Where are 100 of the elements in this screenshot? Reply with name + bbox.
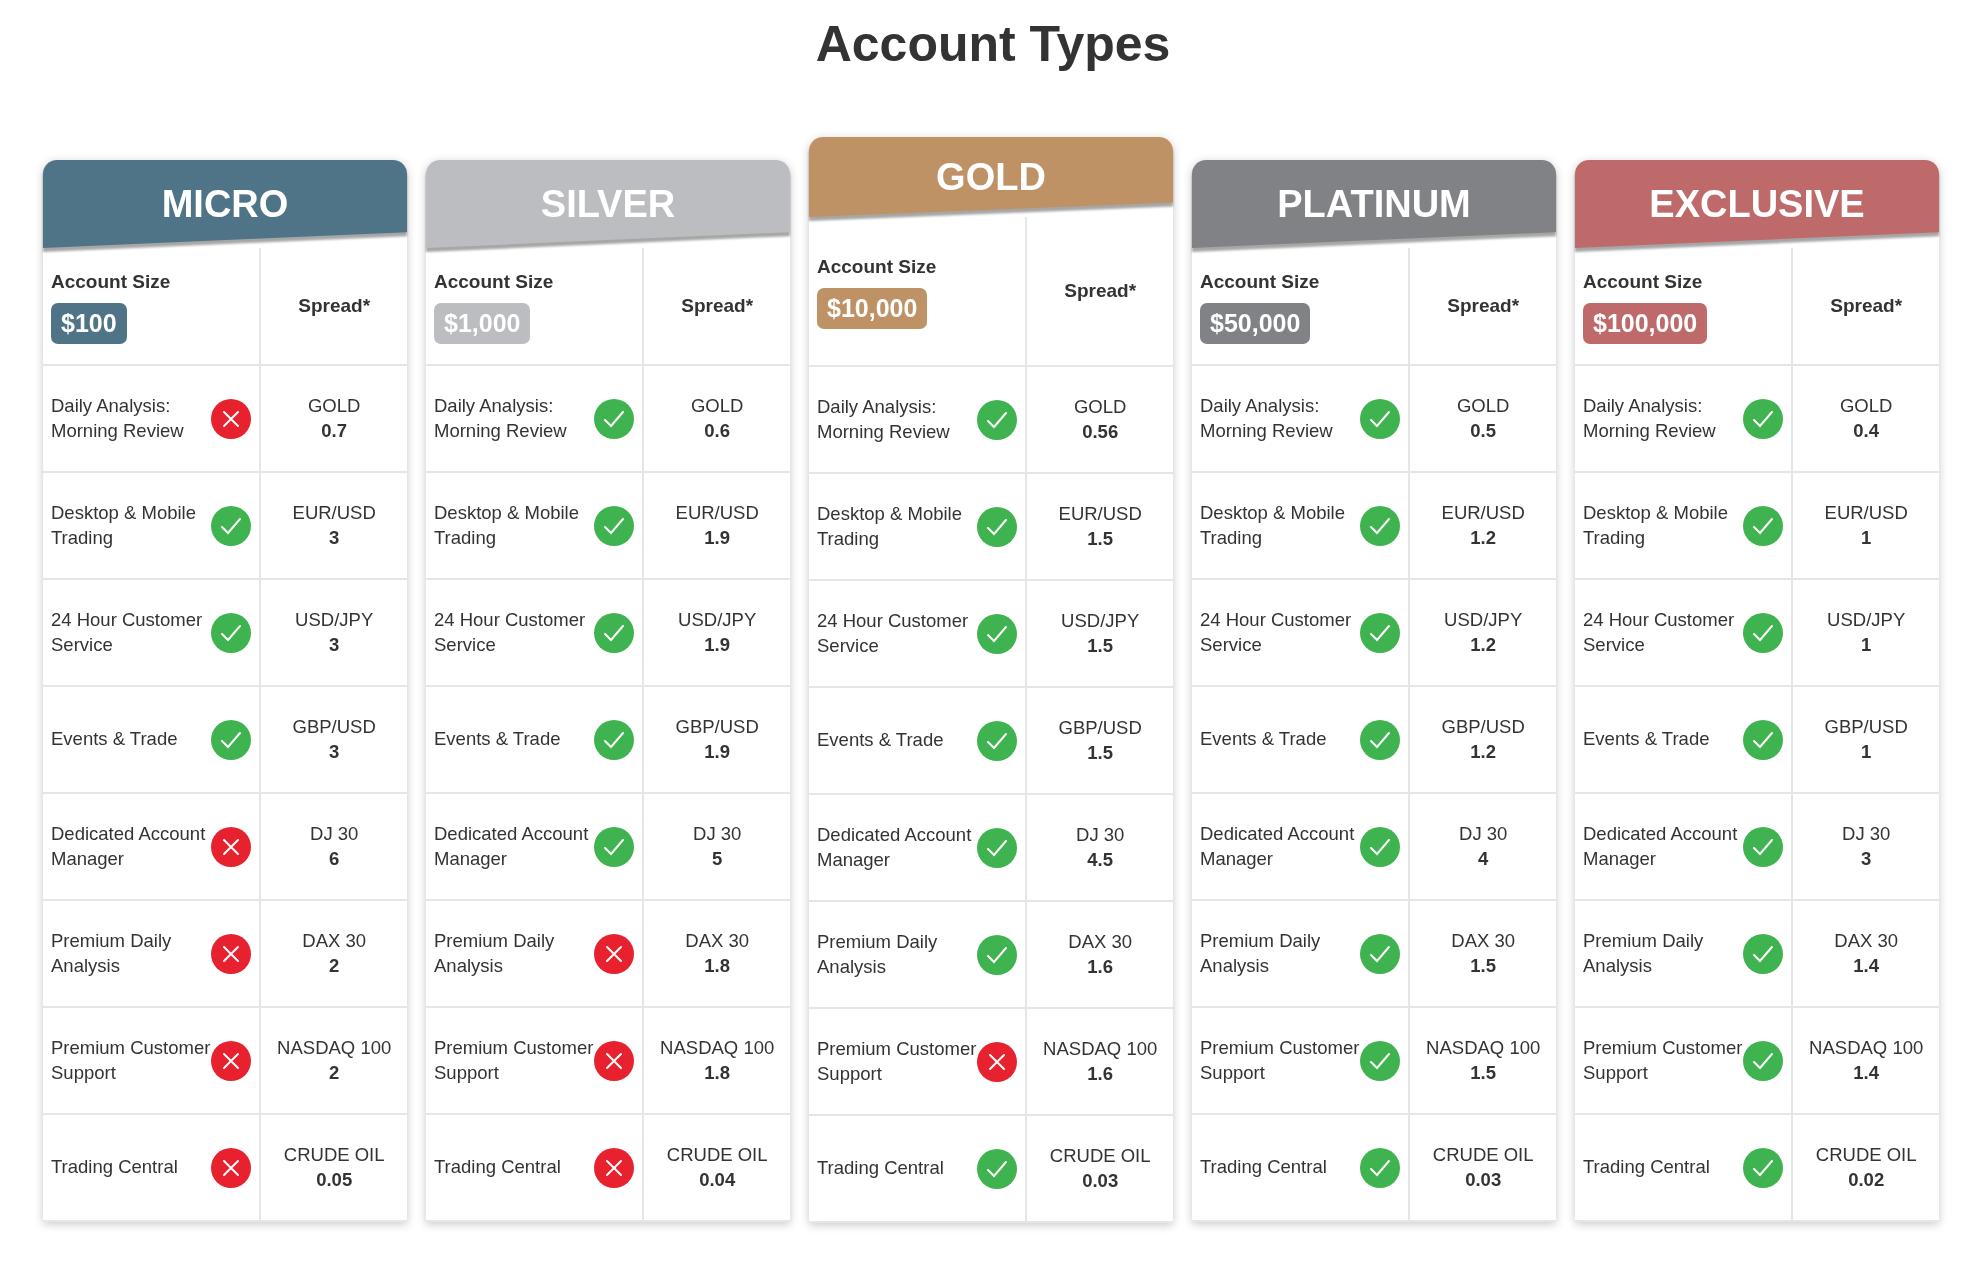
plan-title: GOLD [809,137,1173,217]
feature-label: Events & Trade [1583,727,1711,752]
spread-value: DJ 30 5 [693,822,742,871]
feature-label: 24 Hour Customer Service [817,609,970,658]
feature-label: 24 Hour Customer Service [434,608,587,657]
spread-value: CRUDE OIL 0.03 [1049,1144,1151,1193]
column-heading: Spread* [298,293,371,318]
spread-value: GOLD 0.56 [1073,395,1127,444]
feature-label: Dedicated Account Manager [1200,822,1356,871]
spread-value: CRUDE OIL 0.04 [666,1143,768,1192]
feature-label: 24 Hour Customer Service [1583,608,1736,657]
spread-value: EUR/USD 1.9 [675,501,759,550]
feature-label: Desktop & Mobile Trading [1583,501,1729,550]
spread-value: USD/JPY 1.5 [1061,609,1140,658]
column-heading: Spread* [1447,293,1520,318]
spread-value: NASDAQ 100 2 [277,1036,392,1085]
account-size-badge: $100 [51,302,127,344]
spread-value: GOLD 0.4 [1839,394,1893,443]
feature-label: Daily Analysis: Morning Review [817,395,951,444]
feature-label: Premium Daily Analysis [1200,929,1322,978]
spread-value: EUR/USD 1 [1824,501,1908,550]
column-heading: Account Size [1583,270,1703,294]
feature-label: Desktop & Mobile Trading [51,501,197,550]
spread-value: USD/JPY 1.2 [1444,608,1523,657]
column-heading: Spread* [1830,293,1903,318]
feature-label: Daily Analysis: Morning Review [1200,394,1334,443]
feature-label: Events & Trade [51,727,179,752]
feature-label: Trading Central [51,1155,179,1180]
spread-value: EUR/USD 1.2 [1441,501,1525,550]
feature-label: Premium Customer Support [51,1036,212,1085]
feature-label: Trading Central [434,1155,562,1180]
plan-title: PLATINUM [1192,160,1556,248]
spread-value: DAX 30 1.6 [1068,930,1133,979]
feature-label: Desktop & Mobile Trading [817,502,963,551]
feature-label: Events & Trade [434,727,562,752]
spread-value: GBP/USD 1.2 [1441,715,1525,764]
account-size-badge: $100,000 [1583,302,1708,344]
spread-value: NASDAQ 100 1.5 [1426,1036,1541,1085]
spread-value: GBP/USD 1 [1824,715,1908,764]
spread-value: GBP/USD 1.9 [675,715,759,764]
spread-value: DJ 30 4 [1459,822,1508,871]
feature-label: 24 Hour Customer Service [1200,608,1353,657]
spread-value: EUR/USD 1.5 [1058,502,1142,551]
spread-value: DAX 30 1.8 [685,929,750,978]
spread-value: USD/JPY 3 [295,608,374,657]
feature-label: Premium Customer Support [1583,1036,1744,1085]
spread-value: GOLD 0.6 [690,394,744,443]
spread-value: DAX 30 2 [302,929,367,978]
feature-label: Premium Daily Analysis [434,929,556,978]
spread-value: GBP/USD 3 [292,715,376,764]
account-size-badge: $50,000 [1200,302,1311,344]
feature-label: Events & Trade [1200,727,1328,752]
feature-label: Desktop & Mobile Trading [1200,501,1346,550]
feature-label: Dedicated Account Manager [817,823,973,872]
spread-value: DJ 30 4.5 [1076,823,1125,872]
spread-value: GOLD 0.7 [307,394,361,443]
feature-label: Daily Analysis: Morning Review [434,394,568,443]
account-size-badge: $1,000 [434,302,531,344]
feature-label: Premium Customer Support [817,1037,978,1086]
feature-label: Dedicated Account Manager [434,822,590,871]
feature-label: Daily Analysis: Morning Review [51,394,185,443]
spread-value: USD/JPY 1.9 [678,608,757,657]
feature-label: Premium Daily Analysis [1583,929,1705,978]
feature-label: Desktop & Mobile Trading [434,501,580,550]
spread-value: DJ 30 6 [310,822,359,871]
feature-label: Trading Central [817,1156,945,1181]
spread-value: DAX 30 1.5 [1451,929,1516,978]
feature-label: Premium Customer Support [1200,1036,1361,1085]
feature-label: Dedicated Account Manager [51,822,207,871]
feature-label: Trading Central [1583,1155,1711,1180]
feature-label: Premium Customer Support [434,1036,595,1085]
plan-title: MICRO [43,160,407,248]
column-heading: Account Size [1200,270,1320,294]
plan-title: SILVER [426,160,790,248]
feature-label: 24 Hour Customer Service [51,608,204,657]
spread-value: GBP/USD 1.5 [1058,716,1142,765]
spread-value: CRUDE OIL 0.03 [1432,1143,1534,1192]
column-heading: Account Size [434,270,554,294]
feature-label: Events & Trade [817,728,945,753]
column-heading: Spread* [681,293,754,318]
feature-label: Dedicated Account Manager [1583,822,1739,871]
spread-value: DJ 30 3 [1842,822,1891,871]
feature-label: Trading Central [1200,1155,1328,1180]
spread-value: CRUDE OIL 0.05 [283,1143,385,1192]
column-heading: Spread* [1064,278,1137,303]
feature-label: Premium Daily Analysis [51,929,173,978]
spread-value: USD/JPY 1 [1827,608,1906,657]
spread-value: NASDAQ 100 1.8 [660,1036,775,1085]
account-size-badge: $10,000 [817,287,928,329]
feature-label: Premium Daily Analysis [817,930,939,979]
spread-value: DAX 30 1.4 [1834,929,1899,978]
spread-value: EUR/USD 3 [292,501,376,550]
spread-value: CRUDE OIL 0.02 [1815,1143,1917,1192]
spread-value: NASDAQ 100 1.6 [1043,1037,1158,1086]
column-heading: Account Size [817,255,937,279]
spread-value: GOLD 0.5 [1456,394,1510,443]
page-title: Account Types [814,15,1172,74]
column-heading: Account Size [51,270,171,294]
spread-value: NASDAQ 100 1.4 [1809,1036,1924,1085]
plan-title: EXCLUSIVE [1575,160,1939,248]
